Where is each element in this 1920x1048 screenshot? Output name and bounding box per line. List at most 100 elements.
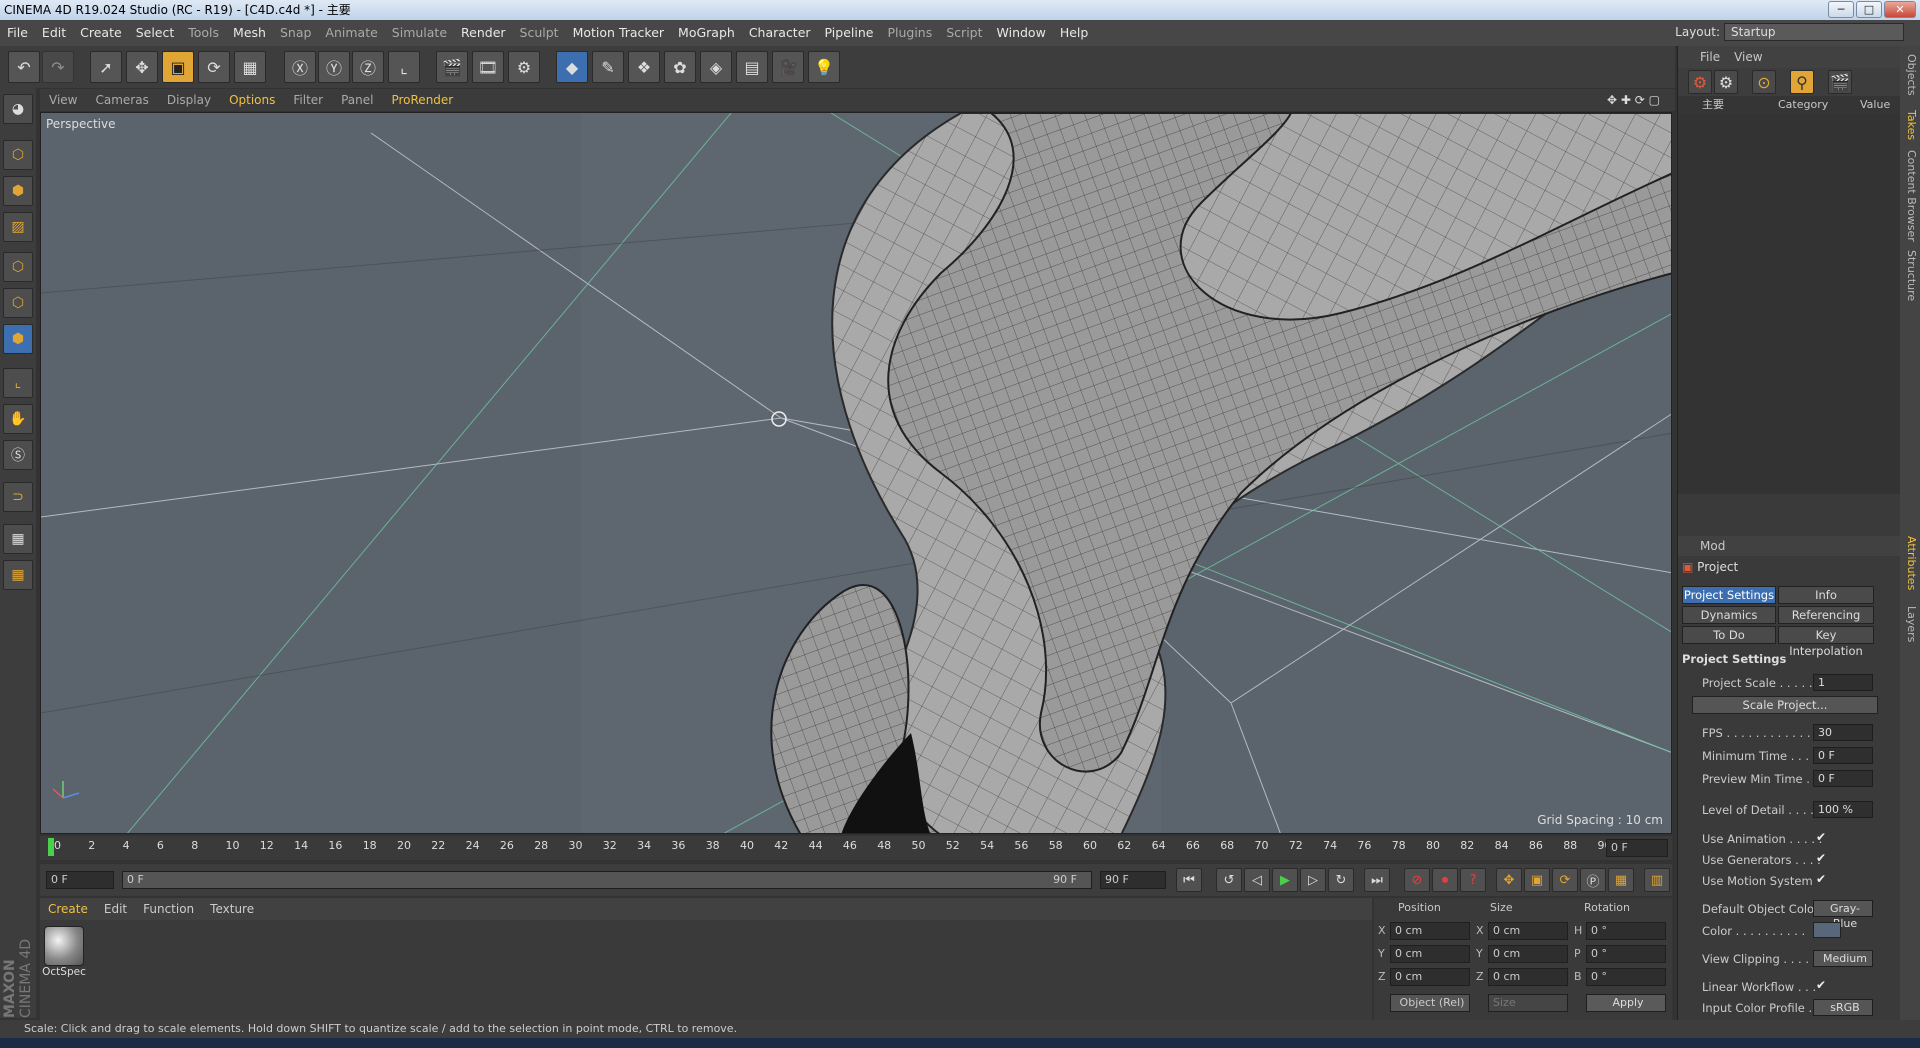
move-tool-icon[interactable]: ✥	[126, 51, 158, 83]
take-add-icon[interactable]: ⚙	[1688, 70, 1712, 94]
color-swatch[interactable]	[1813, 922, 1841, 938]
menu-simulate[interactable]: Simulate	[385, 25, 454, 40]
use-motion-system-checkbox[interactable]: ✔	[1816, 872, 1826, 886]
prev-key-icon[interactable]: ↺	[1216, 868, 1242, 892]
menu-pipeline[interactable]: Pipeline	[818, 25, 881, 40]
menu-tools[interactable]: Tools	[181, 25, 226, 40]
linear-workflow-checkbox[interactable]: ✔	[1816, 978, 1826, 992]
maximize-button[interactable]: □	[1856, 1, 1882, 18]
workplane-icon[interactable]: ▨	[3, 212, 33, 242]
menu-motion-tracker[interactable]: Motion Tracker	[566, 25, 671, 40]
side-tab-content-browser[interactable]: Content Browser	[1902, 150, 1918, 242]
viewport-nav-icons[interactable]: ✥ ✚ ⟳ ▢	[1598, 89, 1669, 111]
key-scale-icon[interactable]: ▣	[1524, 868, 1550, 892]
rotation-field[interactable]: 0 °	[1586, 968, 1666, 986]
cube-icon[interactable]: ◆	[556, 51, 588, 83]
menu-snap[interactable]: Snap	[273, 25, 318, 40]
side-tab-attributes[interactable]: Attributes	[1902, 536, 1918, 590]
vp-menu-panel[interactable]: Panel	[332, 93, 382, 107]
coords-mode-dropdown[interactable]: Object (Rel)	[1390, 994, 1470, 1012]
rotation-field[interactable]: 0 °	[1586, 945, 1666, 963]
position-field[interactable]: 0 cm	[1390, 968, 1470, 986]
vp-menu-filter[interactable]: Filter	[284, 93, 332, 107]
key-parameter-icon[interactable]: Ⓟ	[1580, 868, 1606, 892]
render-view-icon[interactable]: 🎬	[436, 51, 468, 83]
start-frame-field[interactable]: 0 F	[46, 871, 114, 889]
menu-create[interactable]: Create	[73, 25, 129, 40]
vp-menu-view[interactable]: View	[40, 93, 86, 107]
snap-icon[interactable]: ⊃	[3, 482, 33, 512]
frame-range-slider[interactable]: 0 F 90 F	[122, 871, 1092, 889]
play-icon[interactable]: ▶	[1272, 868, 1298, 892]
material-swatch[interactable]: OctSpec	[42, 926, 86, 984]
next-key-icon[interactable]: ↻	[1328, 868, 1354, 892]
menu-edit[interactable]: Edit	[35, 25, 73, 40]
vp-menu-prorender[interactable]: ProRender	[382, 93, 462, 107]
render-picture-viewer-icon[interactable]: 🎞	[472, 51, 504, 83]
coordinate-system-icon[interactable]: ⌞	[388, 51, 420, 83]
default-object-color-dropdown[interactable]: Gray-Blue	[1813, 900, 1873, 930]
take-auto-icon[interactable]: ⊙	[1752, 70, 1776, 94]
axis-mode-icon[interactable]: ⌞	[3, 368, 33, 398]
use-generators-checkbox[interactable]: ✔	[1816, 851, 1826, 865]
tab-referencing[interactable]: Referencing	[1778, 606, 1874, 624]
menu-window[interactable]: Window	[990, 25, 1053, 40]
prev-frame-icon[interactable]: ◁	[1244, 868, 1270, 892]
use-animation-checkbox[interactable]: ✔	[1816, 830, 1826, 844]
obj-menu-file[interactable]: File	[1700, 50, 1720, 64]
obj-menu-view[interactable]: View	[1734, 50, 1762, 64]
take-render-icon[interactable]: 🎬	[1828, 70, 1852, 94]
menu-render[interactable]: Render	[454, 25, 513, 40]
key-rotation-icon[interactable]: ⟳	[1552, 868, 1578, 892]
scale-tool-icon[interactable]: ▣	[162, 51, 194, 83]
edges-mode-icon[interactable]: ⬡	[3, 288, 33, 318]
vp-menu-options[interactable]: Options	[220, 93, 284, 107]
view-clipping-dropdown[interactable]: Medium	[1813, 950, 1873, 967]
mat-menu-function[interactable]: Function	[135, 902, 202, 916]
tab-dynamics[interactable]: Dynamics	[1682, 606, 1776, 624]
minimize-button[interactable]: ─	[1828, 1, 1854, 18]
deformer-icon[interactable]: ◈	[700, 51, 732, 83]
light-icon[interactable]: 💡	[808, 51, 840, 83]
mat-menu-texture[interactable]: Texture	[202, 902, 262, 916]
project-scale-field[interactable]: 1	[1813, 674, 1873, 691]
undo-icon[interactable]: ↶	[8, 51, 40, 83]
autokey-icon[interactable]: ⏺	[1432, 868, 1458, 892]
takes-list[interactable]	[1678, 114, 1901, 494]
preview-min-time-field[interactable]: 0 F	[1813, 770, 1873, 787]
apply-button[interactable]: Apply	[1586, 994, 1666, 1012]
array-icon[interactable]: ✿	[664, 51, 696, 83]
key-pla-icon[interactable]: ▦	[1608, 868, 1634, 892]
solo-icon[interactable]: Ⓢ	[3, 440, 33, 470]
layout-dropdown[interactable]: Startup	[1724, 23, 1904, 41]
size-field[interactable]: 0 cm	[1488, 945, 1568, 963]
timeline-ruler[interactable]: 0 2 4 6 8 10 12 14 16 18 20 22 24 26 28 30 32 34 36 38 40 42 4…	[40, 836, 1672, 860]
goto-end-icon[interactable]: ⏭	[1364, 868, 1390, 892]
tab-to-do[interactable]: To Do	[1682, 626, 1776, 644]
texture-mode-icon[interactable]: ⬢	[3, 176, 33, 206]
rotation-field[interactable]: 0 °	[1586, 922, 1666, 940]
polygons-mode-icon[interactable]: ⬢	[3, 324, 33, 354]
position-field[interactable]: 0 cm	[1390, 945, 1470, 963]
menu-select[interactable]: Select	[129, 25, 182, 40]
side-tab-objects[interactable]: Objects	[1902, 54, 1918, 96]
size-field[interactable]: 0 cm	[1488, 922, 1568, 940]
menu-mesh[interactable]: Mesh	[226, 25, 273, 40]
next-frame-icon[interactable]: ▷	[1300, 868, 1326, 892]
points-mode-icon[interactable]: ⬡	[3, 252, 33, 282]
model-mode-icon[interactable]: ⬡	[3, 140, 33, 170]
pen-icon[interactable]: ✎	[592, 51, 624, 83]
side-tab-layers[interactable]: Layers	[1902, 606, 1918, 642]
coords-size-dropdown[interactable]: Size	[1488, 994, 1568, 1012]
input-color-profile-dropdown[interactable]: sRGB	[1813, 999, 1873, 1016]
make-editable-icon[interactable]: ◕	[3, 94, 33, 124]
keyframe-selection-icon[interactable]: ?	[1460, 868, 1486, 892]
viewport[interactable]: Perspective Grid Spacing : 10 cm	[40, 112, 1672, 834]
tab-info[interactable]: Info	[1778, 586, 1874, 604]
x-axis-icon[interactable]: Ⓧ	[284, 51, 316, 83]
close-button[interactable]: ✕	[1884, 1, 1916, 18]
fps-field[interactable]: 30	[1813, 724, 1873, 741]
menu-file[interactable]: File	[0, 25, 35, 40]
vp-menu-cameras[interactable]: Cameras	[86, 93, 157, 107]
lock-workplane-icon[interactable]: ▦	[3, 524, 33, 554]
